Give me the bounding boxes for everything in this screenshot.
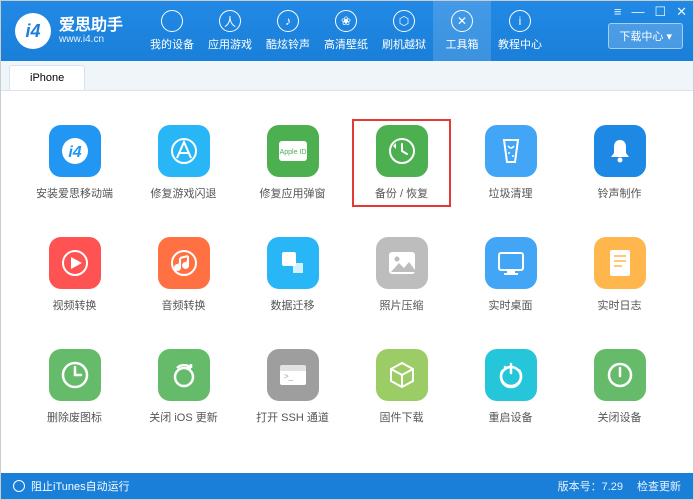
tool-4[interactable]: 垃圾清理 (461, 119, 560, 207)
info-icon: i (509, 10, 531, 32)
tool-label: 实时日志 (598, 297, 642, 313)
tool-icon: i4 (49, 125, 101, 177)
logo[interactable]: i4 爱思助手 www.i4.cn (1, 13, 137, 49)
tool-5[interactable]: 铃声制作 (570, 119, 669, 207)
tool-15[interactable]: 固件下载 (352, 343, 451, 431)
tool-label: 垃圾清理 (489, 185, 533, 201)
brand-name: 爱思助手 (59, 17, 123, 35)
tool-icon (158, 237, 210, 289)
minimize-icon[interactable]: — (631, 4, 644, 20)
tool-label: 删除废图标 (47, 409, 102, 425)
tool-14[interactable]: >_ 打开 SSH 通道 (243, 343, 342, 431)
window-controls: ≡ — ☐ ✕ (614, 4, 687, 20)
tool-0[interactable]: i4 安装爱思移动端 (25, 119, 124, 207)
brand-url: www.i4.cn (59, 34, 123, 45)
tool-label: 视频转换 (53, 297, 97, 313)
itunes-toggle-label[interactable]: 阻止iTunes自动运行 (31, 478, 130, 494)
toggle-icon[interactable] (13, 480, 25, 492)
tools-grid: i4 安装爱思移动端 修复游戏闪退 Apple ID 修复应用弹窗 备份 / 恢复 垃圾清理… (1, 91, 693, 459)
tool-9[interactable]: 照片压缩 (352, 231, 451, 319)
tool-16[interactable]: 重启设备 (461, 343, 560, 431)
close-icon[interactable]: ✕ (676, 4, 687, 20)
tool-label: 照片压缩 (380, 297, 424, 313)
header-bar: i4 爱思助手 www.i4.cn 我的设备 人应用游戏 ♪酷炫铃声 ❀高清壁纸… (1, 1, 693, 61)
apps-icon: 人 (219, 10, 241, 32)
tool-1[interactable]: 修复游戏闪退 (134, 119, 233, 207)
paint-icon: ❀ (335, 10, 357, 32)
svg-text:>_: >_ (284, 372, 294, 381)
tool-17[interactable]: 关闭设备 (570, 343, 669, 431)
download-center-button[interactable]: 下载中心 ▾ (608, 23, 683, 49)
tool-icon (49, 349, 101, 401)
nav-wallpaper[interactable]: ❀高清壁纸 (317, 1, 375, 61)
tool-label: 关闭设备 (598, 409, 642, 425)
tool-13[interactable]: 关闭 iOS 更新 (134, 343, 233, 431)
tool-11[interactable]: 实时日志 (570, 231, 669, 319)
svg-text:Apple ID: Apple ID (279, 149, 306, 156)
tool-icon (376, 349, 428, 401)
tool-label: 固件下载 (380, 409, 424, 425)
tool-icon (267, 237, 319, 289)
tool-10[interactable]: 实时桌面 (461, 231, 560, 319)
nav-tutorials[interactable]: i教程中心 (491, 1, 549, 61)
tool-icon: >_ (267, 349, 319, 401)
nav-jailbreak[interactable]: ⬡刷机越狱 (375, 1, 433, 61)
tool-icon: Apple ID (267, 125, 319, 177)
tool-icon (594, 349, 646, 401)
tool-icon (49, 237, 101, 289)
box-icon: ⬡ (393, 10, 415, 32)
tool-label: 修复应用弹窗 (260, 185, 326, 201)
tab-bar: iPhone (1, 61, 693, 91)
tool-label: 备份 / 恢复 (375, 185, 428, 201)
tool-icon (594, 125, 646, 177)
tool-6[interactable]: 视频转换 (25, 231, 124, 319)
tool-icon (485, 125, 537, 177)
nav-ringtones[interactable]: ♪酷炫铃声 (259, 1, 317, 61)
tools-icon: ✕ (451, 10, 473, 32)
main-nav: 我的设备 人应用游戏 ♪酷炫铃声 ❀高清壁纸 ⬡刷机越狱 ✕工具箱 i教程中心 (143, 1, 549, 61)
tool-label: 打开 SSH 通道 (256, 409, 329, 425)
logo-icon: i4 (15, 13, 51, 49)
apple-icon (161, 10, 183, 32)
menu-icon[interactable]: ≡ (614, 4, 622, 20)
tool-icon (376, 237, 428, 289)
tool-8[interactable]: 数据迁移 (243, 231, 342, 319)
tool-icon (158, 349, 210, 401)
tool-label: 音频转换 (162, 297, 206, 313)
nav-toolbox[interactable]: ✕工具箱 (433, 1, 491, 61)
status-bar: 阻止iTunes自动运行 版本号：7.29 检查更新 (1, 473, 693, 499)
tool-2[interactable]: Apple ID 修复应用弹窗 (243, 119, 342, 207)
svg-text:i4: i4 (68, 144, 81, 161)
tool-icon (485, 237, 537, 289)
version-label: 版本号：7.29 (558, 478, 623, 494)
tool-label: 修复游戏闪退 (151, 185, 217, 201)
tool-12[interactable]: 删除废图标 (25, 343, 124, 431)
tab-iphone[interactable]: iPhone (9, 65, 85, 90)
tool-label: 数据迁移 (271, 297, 315, 313)
tool-7[interactable]: 音频转换 (134, 231, 233, 319)
tool-label: 重启设备 (489, 409, 533, 425)
tool-3[interactable]: 备份 / 恢复 (352, 119, 451, 207)
tool-label: 关闭 iOS 更新 (149, 409, 217, 425)
tool-icon (376, 125, 428, 177)
tool-icon (158, 125, 210, 177)
maximize-icon[interactable]: ☐ (654, 4, 666, 20)
tool-icon (594, 237, 646, 289)
tool-label: 铃声制作 (598, 185, 642, 201)
check-update-link[interactable]: 检查更新 (637, 478, 681, 494)
tool-icon (485, 349, 537, 401)
nav-apps[interactable]: 人应用游戏 (201, 1, 259, 61)
tool-label: 实时桌面 (489, 297, 533, 313)
tool-label: 安装爱思移动端 (36, 185, 113, 201)
bell-icon: ♪ (277, 10, 299, 32)
nav-my-device[interactable]: 我的设备 (143, 1, 201, 61)
